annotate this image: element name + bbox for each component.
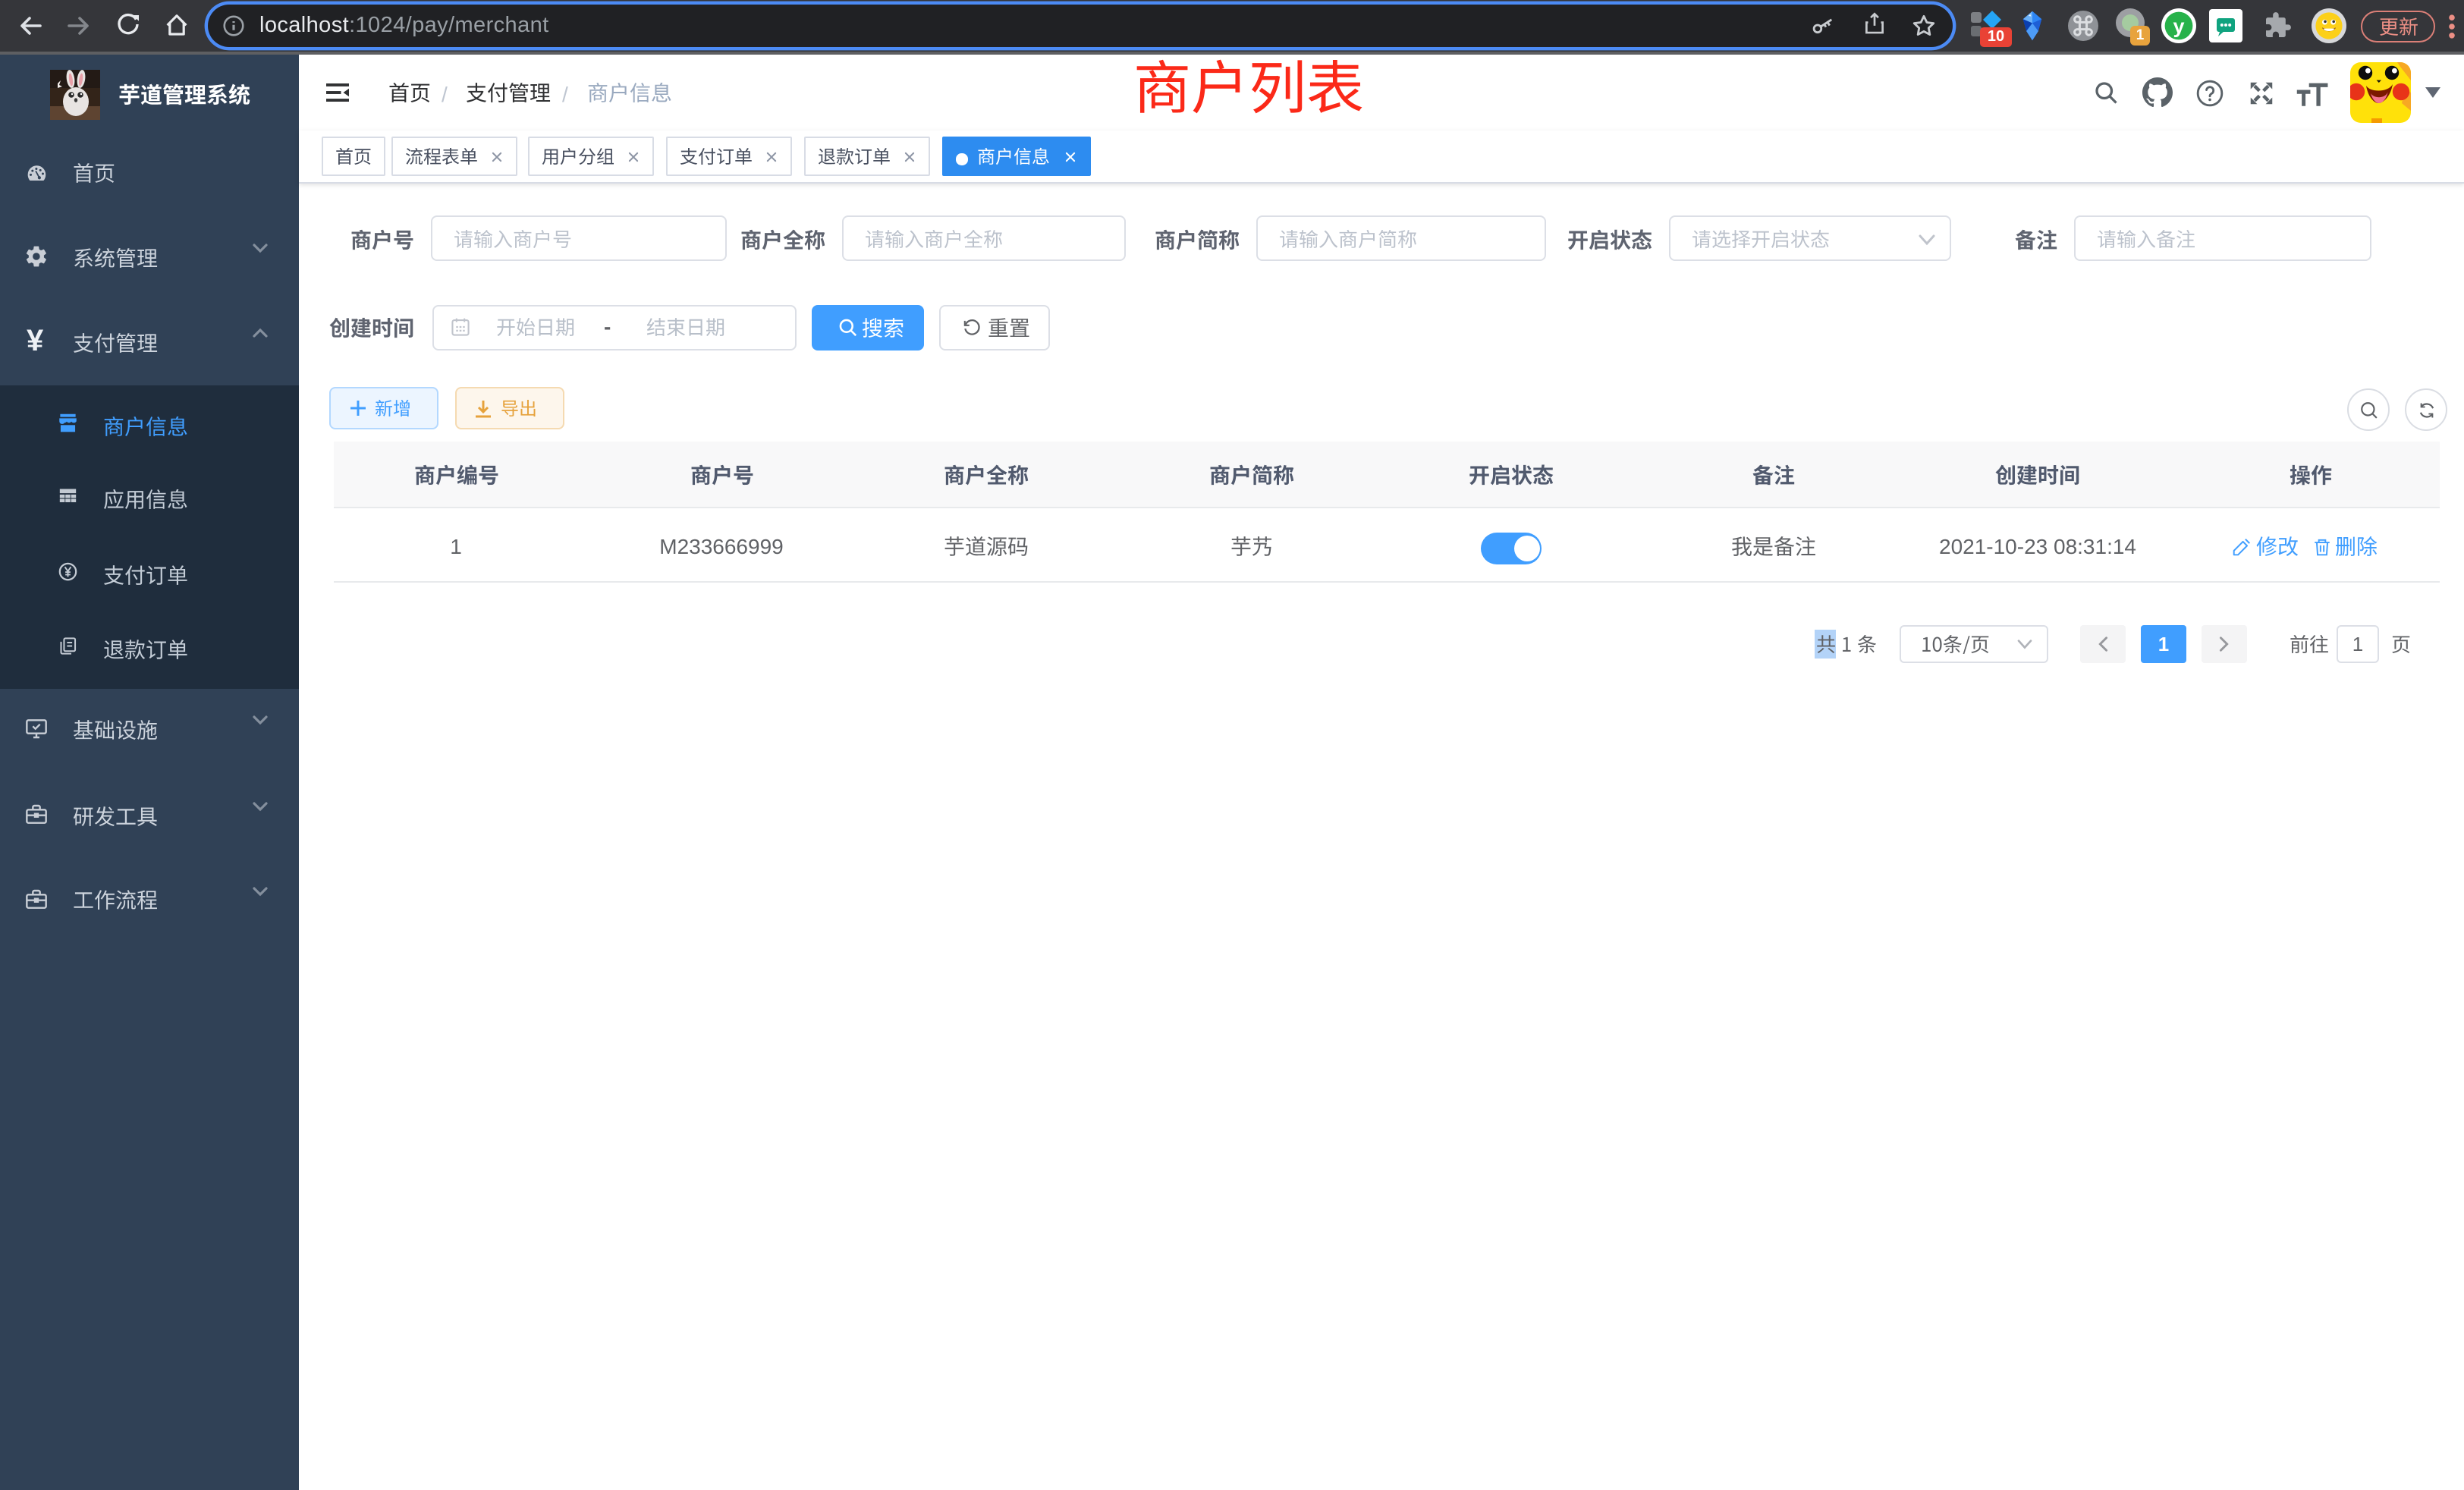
svg-text:y: y bbox=[2173, 15, 2184, 38]
